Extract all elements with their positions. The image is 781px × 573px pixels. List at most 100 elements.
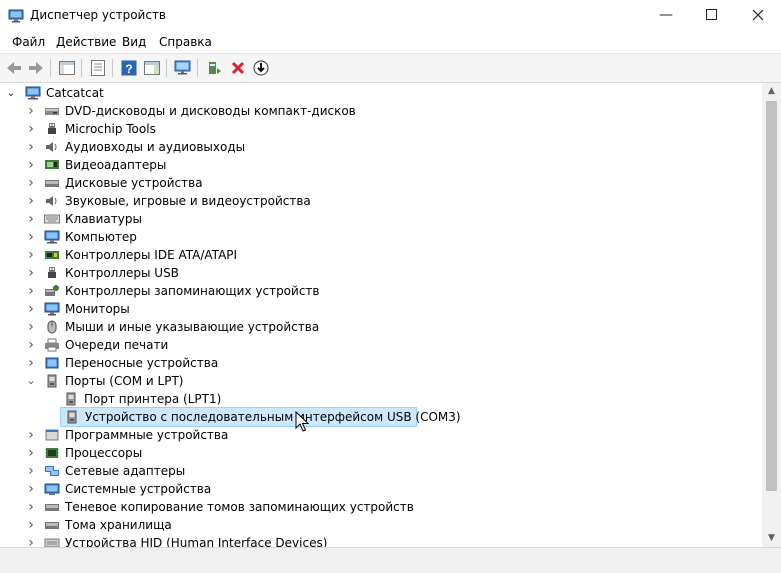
collapsed-chevron-icon[interactable]: › — [25, 228, 37, 246]
show-hide-console-tree-button[interactable] — [57, 58, 77, 78]
device-tree[interactable]: ⌄ Catcatcat › DVD-дисководы и дисководы к… — [0, 83, 762, 547]
tree-device-item[interactable]: Устройство с последовательным интерфейсо… — [60, 407, 461, 427]
scan-monitor-icon — [174, 60, 191, 75]
scan-hardware-button[interactable] — [173, 58, 193, 78]
tree-item-label: Процессоры — [65, 446, 143, 460]
tree-root[interactable]: ⌄ Catcatcat — [0, 84, 300, 102]
collapsed-chevron-icon[interactable]: › — [25, 444, 37, 462]
tree-category-item[interactable]: › Компьютер — [0, 228, 600, 246]
close-button[interactable] — [735, 0, 781, 31]
tree-category-item[interactable]: › Мыши и иные указывающие устройства — [0, 318, 600, 336]
expanded-chevron-icon[interactable]: ⌄ — [25, 372, 37, 390]
collapsed-chevron-icon[interactable]: › — [25, 480, 37, 498]
tree-category-item[interactable]: › Контроллеры IDE ATA/ATAPI — [0, 246, 600, 264]
collapsed-chevron-icon[interactable]: › — [25, 462, 37, 480]
tree-item-label: Устройства HID (Human Interface Devices) — [65, 536, 328, 547]
dvd-icon — [45, 108, 59, 115]
forward-button[interactable] — [26, 58, 46, 78]
tree-category-item[interactable]: › Контроллеры USB — [0, 264, 600, 282]
mouse-icon — [47, 320, 57, 334]
back-button[interactable] — [4, 58, 24, 78]
tree-device-item[interactable]: Порт принтера (LPT1) — [0, 390, 600, 408]
tree-category-item[interactable]: › Тома хранилища — [0, 516, 600, 534]
vertical-scrollbar[interactable]: ▲ ▼ — [762, 83, 781, 547]
tree-category-item[interactable]: › Аудиовходы и аудиовыходы — [0, 138, 600, 156]
download-circle-icon — [253, 60, 269, 76]
tree-item-label: Системные устройства — [65, 482, 212, 496]
collapsed-chevron-icon[interactable]: › — [25, 192, 37, 210]
menu-file[interactable]: Файл — [12, 35, 45, 49]
collapsed-chevron-icon[interactable]: › — [25, 300, 37, 318]
tree-category-item[interactable]: › Устройства HID (Human Interface Devices… — [0, 534, 600, 547]
tree-item-label: Компьютер — [65, 230, 137, 244]
menu-action[interactable]: Действие — [56, 35, 116, 49]
scroll-up-icon[interactable]: ▲ — [762, 83, 781, 100]
collapsed-chevron-icon[interactable]: › — [25, 336, 37, 354]
collapsed-chevron-icon[interactable]: › — [25, 534, 37, 547]
action-pane-button[interactable] — [142, 58, 162, 78]
tree-category-item[interactable]: › Процессоры — [0, 444, 600, 462]
properties-icon — [91, 60, 105, 76]
tree-category-item[interactable]: › Теневое копирование томов запоминающих … — [0, 498, 600, 516]
tree-category-item[interactable]: › Сетевые адаптеры — [0, 462, 600, 480]
update-driver-icon — [209, 62, 221, 74]
tree-category-item[interactable]: › Видеоадаптеры — [0, 156, 600, 174]
computer-icon — [44, 230, 60, 244]
toolbar-separator — [166, 59, 167, 77]
properties-button[interactable] — [88, 58, 108, 78]
monitor-icon — [44, 302, 60, 316]
collapsed-chevron-icon[interactable]: › — [25, 138, 37, 156]
collapsed-chevron-icon[interactable]: › — [25, 426, 37, 444]
tree-item-label: Контроллеры IDE ATA/ATAPI — [65, 248, 238, 262]
tree-category-item[interactable]: › DVD-дисководы и дисководы компакт-диско… — [0, 102, 600, 120]
speaker-icon — [46, 196, 57, 206]
network-adapter-icon — [45, 466, 59, 476]
action-pane-icon — [144, 61, 160, 75]
collapsed-chevron-icon[interactable]: › — [25, 516, 37, 534]
tree-category-item[interactable]: ⌄ Порты (COM и LPT) — [0, 372, 600, 390]
tree-category-item[interactable]: › Системные устройства — [0, 480, 600, 498]
tree-category-item[interactable]: › Очереди печати — [0, 336, 600, 354]
help-button[interactable]: ? — [119, 58, 139, 78]
tree-category-item[interactable]: › Мониторы — [0, 300, 600, 318]
scroll-down-icon[interactable]: ▼ — [762, 530, 781, 547]
hid-icon — [44, 538, 60, 547]
disable-device-button[interactable] — [251, 58, 271, 78]
tree-item-label: Видеоадаптеры — [65, 158, 167, 172]
expanded-chevron-icon[interactable]: ⌄ — [5, 84, 17, 102]
collapsed-chevron-icon[interactable]: › — [25, 174, 37, 192]
usb-plug-icon — [48, 267, 56, 278]
uninstall-device-button[interactable] — [228, 58, 248, 78]
toolbar-separator — [197, 59, 198, 77]
collapsed-chevron-icon[interactable]: › — [25, 264, 37, 282]
collapsed-chevron-icon[interactable]: › — [25, 246, 37, 264]
console-tree-icon — [59, 61, 75, 75]
delete-x-icon — [231, 61, 245, 75]
tree-category-item[interactable]: › Microchip Tools — [0, 120, 600, 138]
tree-category-item[interactable]: › Контроллеры запоминающих устройств — [0, 282, 600, 300]
minimize-button[interactable]: — — [643, 0, 689, 31]
tree-item-label: Аудиовходы и аудиовыходы — [65, 140, 246, 154]
maximize-button[interactable] — [689, 0, 735, 31]
tree-category-item[interactable]: › Переносные устройства — [0, 354, 600, 372]
collapsed-chevron-icon[interactable]: › — [25, 156, 37, 174]
tree-item-label: Дисковые устройства — [65, 176, 203, 190]
collapsed-chevron-icon[interactable]: › — [25, 102, 37, 120]
collapsed-chevron-icon[interactable]: › — [25, 210, 37, 228]
tree-item-label: Звуковые, игровые и видеоустройства — [65, 194, 311, 208]
tree-item-label: Переносные устройства — [65, 356, 219, 370]
update-driver-button[interactable] — [204, 58, 224, 78]
tree-category-item[interactable]: › Клавиатуры — [0, 210, 600, 228]
menu-help[interactable]: Справка — [159, 35, 212, 49]
collapsed-chevron-icon[interactable]: › — [25, 282, 37, 300]
svg-text:?: ? — [125, 62, 132, 76]
collapsed-chevron-icon[interactable]: › — [25, 498, 37, 516]
menu-view[interactable]: Вид — [122, 35, 146, 49]
collapsed-chevron-icon[interactable]: › — [25, 318, 37, 336]
tree-category-item[interactable]: › Звуковые, игровые и видеоустройства — [0, 192, 600, 210]
collapsed-chevron-icon[interactable]: › — [25, 354, 37, 372]
collapsed-chevron-icon[interactable]: › — [25, 120, 37, 138]
scrollbar-thumb[interactable] — [766, 101, 777, 491]
tree-item-label: Мониторы — [65, 302, 130, 316]
tree-category-item[interactable]: › Дисковые устройства — [0, 174, 600, 192]
